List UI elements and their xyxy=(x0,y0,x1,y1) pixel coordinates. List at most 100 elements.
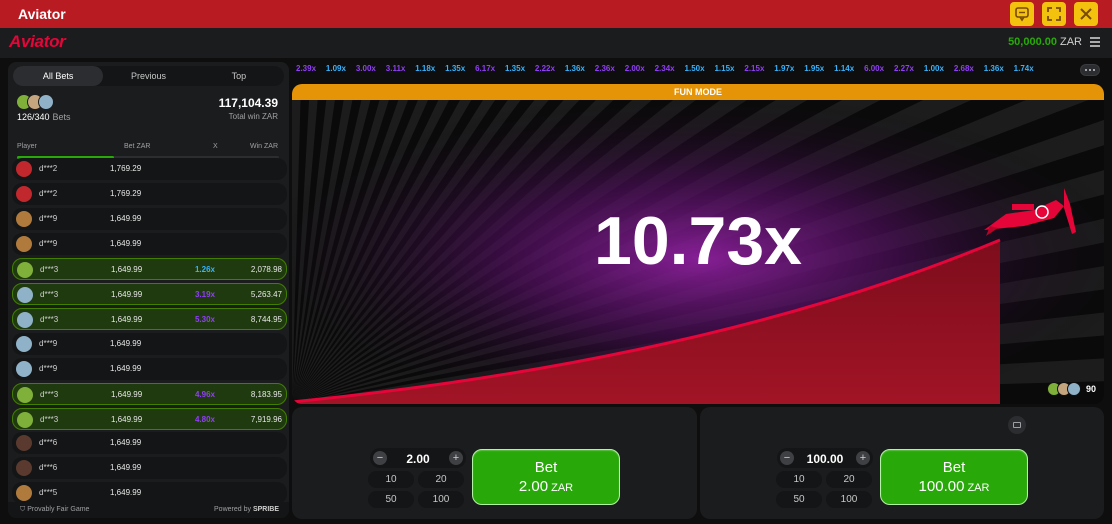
history-multiplier[interactable]: 1.00x xyxy=(924,64,944,73)
history-multiplier[interactable]: 1.18x xyxy=(415,64,435,73)
history-multiplier[interactable]: 2.22x xyxy=(535,64,555,73)
chat-icon xyxy=(1015,7,1029,22)
bets-list: d***2 1,769.29 d***2 1,769.29 d***9 1,649.99 d… xyxy=(12,158,287,507)
player-name: d***5 xyxy=(39,488,58,498)
bet-amount: 1,649.99 xyxy=(111,289,143,299)
bet-amount: 1,649.99 xyxy=(110,438,142,448)
history-multiplier[interactable]: 1.74x xyxy=(1014,64,1034,73)
more-icon[interactable] xyxy=(1080,64,1100,76)
provably-fair-label: Provably Fair Game xyxy=(27,506,90,513)
bet-row: d***9 1,649.99 xyxy=(12,357,287,380)
bet-row: d***9 1,649.99 xyxy=(12,207,287,230)
avatar xyxy=(16,210,32,227)
quick-bet-10-1[interactable]: 10 xyxy=(368,471,414,488)
history-multiplier[interactable]: 2.15x xyxy=(744,64,764,73)
history-multiplier[interactable]: 1.35x xyxy=(445,64,465,73)
bet-amount: 1,649.99 xyxy=(110,238,142,248)
quick-bet-20-2[interactable]: 20 xyxy=(826,471,872,488)
tab-all-bets[interactable]: All Bets xyxy=(13,66,104,86)
quick-bet-10-2[interactable]: 10 xyxy=(776,471,822,488)
history-multiplier[interactable]: 3.00x xyxy=(356,64,376,73)
history-multiplier[interactable]: 2.27x xyxy=(894,64,914,73)
tab-top[interactable]: Top xyxy=(194,66,284,86)
history-multiplier[interactable]: 1.35x xyxy=(505,64,525,73)
bets-summary: 126/340 Bets 117,104.39 Total win ZAR xyxy=(8,92,289,159)
player-name: d***3 xyxy=(40,389,59,399)
window-controls xyxy=(1010,2,1098,26)
multiplier-history: 2.39x 1.09x 3.00x 3.11x 1.18x 1.35x 6.17x 1.35x… xyxy=(296,64,1076,78)
bet-row: d***3 1,649.99 5.30x 8,744.95 xyxy=(12,307,287,330)
history-multiplier[interactable]: 2.39x xyxy=(296,64,316,73)
history-multiplier[interactable]: 6.00x xyxy=(864,64,884,73)
history-multiplier[interactable]: 1.36x xyxy=(565,64,585,73)
avatar xyxy=(17,311,33,328)
menu-icon[interactable] xyxy=(1090,37,1100,47)
cashout-multiplier: 1.26x xyxy=(194,264,215,274)
history-multiplier[interactable]: 6.17x xyxy=(475,64,495,73)
bets-footer: ⛉ Provably Fair Game Powered by SPRIBE xyxy=(8,502,289,518)
player-name: d***3 xyxy=(40,414,59,424)
history-multiplier[interactable]: 2.68x xyxy=(954,64,974,73)
increase-bet-button-1[interactable]: + xyxy=(449,451,463,465)
chat-button[interactable] xyxy=(1010,2,1034,26)
avatar xyxy=(1066,382,1081,396)
cashout-multiplier: 4.96x xyxy=(194,389,215,399)
spribe-logo: SPRIBE xyxy=(252,506,279,513)
history-multiplier[interactable]: 1.36x xyxy=(984,64,1004,73)
win-amount: 8,744.95 xyxy=(250,314,282,324)
avatar xyxy=(16,235,32,252)
powered-by: Powered by SPRIBE xyxy=(214,506,279,513)
balance-amount: 50,000.00 xyxy=(1008,36,1057,48)
remove-panel-button[interactable] xyxy=(1008,416,1026,434)
history-multiplier[interactable]: 2.00x xyxy=(625,64,645,73)
history-multiplier[interactable]: 3.11x xyxy=(386,64,406,73)
history-multiplier[interactable]: 1.14x xyxy=(834,64,854,73)
minus-icon xyxy=(1013,422,1021,428)
aviator-logo: Aviator xyxy=(9,32,66,51)
app-header: Aviator 50,000.00 ZAR xyxy=(0,28,1112,58)
bet-row: d***3 1,649.99 4.80x 7,919.96 xyxy=(12,407,287,430)
bet-button-1[interactable]: Bet 2.00 ZAR xyxy=(472,449,620,505)
bets-tabs: All Bets Previous Top xyxy=(13,66,284,86)
players-online: 90 xyxy=(1046,382,1096,396)
quick-bet-20-1[interactable]: 20 xyxy=(418,471,464,488)
bets-column-headers: Player Bet ZAR X Win ZAR xyxy=(8,142,289,154)
quick-bet-100-1[interactable]: 100 xyxy=(418,491,464,508)
close-icon xyxy=(1080,8,1092,20)
player-name: d***3 xyxy=(40,264,59,274)
increase-bet-button-2[interactable]: + xyxy=(856,451,870,465)
bet-button-2[interactable]: Bet 100.00 ZAR xyxy=(880,449,1028,505)
player-name: d***9 xyxy=(39,213,58,223)
avatar xyxy=(17,261,33,278)
avatar xyxy=(38,94,54,110)
bet-row: d***3 1,649.99 4.96x 8,183.95 xyxy=(12,382,287,405)
bet-row: d***6 1,649.99 xyxy=(12,432,287,455)
bet-amount: 1,649.99 xyxy=(110,488,142,498)
avatar xyxy=(16,161,32,177)
fun-mode-banner: FUN MODE xyxy=(292,84,1104,100)
history-multiplier[interactable]: 1.97x xyxy=(774,64,794,73)
quick-bet-100-2[interactable]: 100 xyxy=(826,491,872,508)
current-multiplier: 10.73x xyxy=(594,203,802,279)
bet-button-value-2: 100.00 xyxy=(918,478,965,495)
provably-fair[interactable]: ⛉ Provably Fair Game xyxy=(20,506,89,514)
history-multiplier[interactable]: 1.50x xyxy=(685,64,705,73)
player-name: d***6 xyxy=(39,438,58,448)
history-multiplier[interactable]: 2.34x xyxy=(655,64,675,73)
avatar xyxy=(16,460,32,477)
tab-previous[interactable]: Previous xyxy=(103,66,193,86)
players-online-count: 90 xyxy=(1085,384,1096,394)
avatar xyxy=(17,411,33,428)
player-name: d***3 xyxy=(40,289,59,299)
history-multiplier[interactable]: 1.95x xyxy=(804,64,824,73)
fullscreen-button[interactable] xyxy=(1042,2,1066,26)
bet-amount: 1,649.99 xyxy=(110,363,142,373)
avatar xyxy=(16,335,32,352)
history-multiplier[interactable]: 1.15x xyxy=(714,64,734,73)
quick-bet-50-2[interactable]: 50 xyxy=(776,491,822,508)
quick-bet-50-1[interactable]: 50 xyxy=(368,491,414,508)
close-button[interactable] xyxy=(1074,2,1098,26)
history-multiplier[interactable]: 1.09x xyxy=(326,64,346,73)
bet-button-amount-1: 2.00 ZAR xyxy=(519,478,573,495)
history-multiplier[interactable]: 2.36x xyxy=(595,64,615,73)
